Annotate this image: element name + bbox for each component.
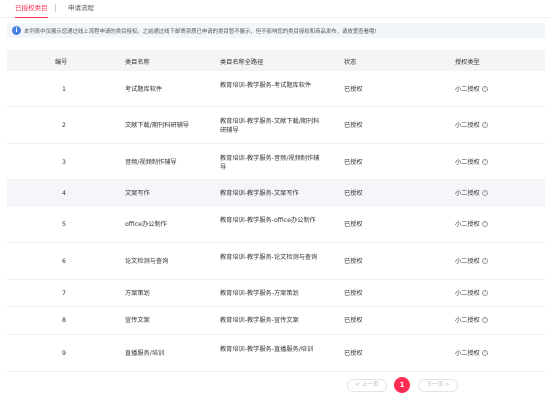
auth-type-label: 小二授权	[455, 190, 480, 197]
auth-type-label: 小二授权	[455, 86, 480, 93]
table-row: 2 文献下载/期刊科研辅导 教育培训-教学服务-文献下载/期刊科研辅导 已授权 …	[7, 107, 545, 144]
cell-type: 小二授权?	[455, 85, 488, 94]
auth-type-label: 小二授权	[455, 122, 480, 129]
cell-status: 已授权	[344, 350, 363, 357]
table-row: 7 方案策划 教育培训-教学服务-方案策划 已授权 小二授权?	[7, 280, 545, 307]
info-icon: i	[12, 26, 21, 35]
cell-type: 小二授权?	[455, 289, 488, 298]
help-icon[interactable]: ?	[481, 190, 488, 196]
cell-no: 2	[62, 122, 66, 129]
help-icon[interactable]: ?	[481, 221, 488, 227]
cell-name: office办公制作	[125, 221, 167, 228]
auth-type-label: 小二授权	[455, 159, 480, 166]
pagination: < 上一页 1 下一页 >	[0, 377, 550, 393]
cell-path: 教育培训-教学服务-论文检测与查询	[220, 254, 318, 261]
cell-name: 文案写作	[125, 190, 150, 197]
tab-apply-process[interactable]: 申请流程	[68, 4, 94, 13]
help-icon[interactable]: ?	[481, 317, 488, 323]
cell-status: 已授权	[344, 258, 363, 265]
help-icon[interactable]: ?	[481, 159, 488, 165]
header-name: 类目名称	[125, 59, 150, 66]
cell-type: 小二授权?	[455, 316, 488, 325]
help-icon[interactable]: ?	[481, 258, 488, 264]
cell-type: 小二授权?	[455, 220, 488, 229]
cell-name: 考试题库软件	[125, 86, 163, 93]
cell-path: 教育培训-教学服务-直播服务/培训	[220, 346, 314, 353]
cell-no: 3	[62, 159, 66, 166]
cell-status: 已授权	[344, 86, 363, 93]
cell-name: 直播服务/培训	[125, 350, 165, 357]
cell-type: 小二授权?	[455, 349, 488, 358]
cell-path: 教育培训-教学服务-考试题库软件	[220, 82, 312, 89]
table-row: 8 宣传文案 教育培训-教学服务-宣传文案 已授权 小二授权?	[7, 307, 545, 335]
header-type: 授权类型	[455, 59, 480, 66]
header-path: 类目名称全路径	[220, 59, 264, 66]
table-row: 6 论文检测与查询 教育培训-教学服务-论文检测与查询 已授权 小二授权?	[7, 243, 545, 280]
cell-no: 8	[62, 317, 66, 324]
cell-type: 小二授权?	[455, 257, 488, 266]
table-row: 1 考试题库软件 教育培训-教学服务-考试题库软件 已授权 小二授权?	[7, 71, 545, 107]
current-page-button[interactable]: 1	[394, 377, 410, 393]
auth-type-label: 小二授权	[455, 290, 480, 297]
cell-path: 教育培训-教学服务-宣传文案	[220, 317, 299, 324]
cell-path: 教育培训-教学服务-office办公制作	[220, 217, 316, 224]
cell-no: 6	[62, 258, 66, 265]
cell-name: 方案策划	[125, 290, 150, 297]
auth-type-label: 小二授权	[455, 317, 480, 324]
help-icon[interactable]: ?	[481, 86, 488, 92]
tab-bar: 已授权类目 申请流程	[0, 0, 550, 18]
table-row: 9 直播服务/培训 教育培训-教学服务-直播服务/培训 已授权 小二授权?	[7, 335, 545, 372]
cell-no: 9	[62, 350, 66, 357]
cell-status: 已授权	[344, 221, 363, 228]
header-no: 编号	[55, 59, 68, 66]
cell-path: 教育培训-教学服务-文献下载/期刊科研辅导	[220, 118, 320, 134]
auth-type-label: 小二授权	[455, 258, 480, 265]
prev-page-button[interactable]: < 上一页	[347, 379, 387, 392]
table-row: 3 音频/视频制作辅导 教育培训-教学服务-音频/视频制作辅导 已授权 小二授权…	[7, 144, 545, 180]
table-header: 编号 类目名称 类目名称全路径 状态 授权类型	[7, 50, 545, 71]
auth-type-label: 小二授权	[455, 221, 480, 228]
table-row: 4 文案写作 教育培训-教学服务-文案写作 已授权 小二授权?	[7, 180, 545, 206]
cell-type: 小二授权?	[455, 121, 488, 130]
cell-name: 音频/视频制作辅导	[125, 159, 177, 166]
cell-status: 已授权	[344, 290, 363, 297]
cell-no: 7	[62, 290, 66, 297]
auth-type-label: 小二授权	[455, 350, 480, 357]
next-page-button[interactable]: 下一页 >	[418, 379, 458, 392]
cell-no: 4	[62, 190, 66, 197]
cell-path: 教育培训-教学服务-文案写作	[220, 190, 299, 197]
notice-banner: i 本列表中仅展示您通过线上流程申请的类目授权。之前通过线下邮寄资质已申请的类目…	[7, 23, 545, 38]
cell-status: 已授权	[344, 122, 363, 129]
cell-path: 教育培训-教学服务-方案策划	[220, 290, 299, 297]
tab-authorized-categories[interactable]: 已授权类目	[15, 4, 48, 18]
tab-divider	[55, 4, 56, 12]
cell-status: 已授权	[344, 159, 363, 166]
header-status: 状态	[344, 59, 357, 66]
cell-type: 小二授权?	[455, 189, 488, 198]
cell-path: 教育培训-教学服务-音频/视频制作辅导	[220, 155, 320, 171]
cell-type: 小二授权?	[455, 158, 488, 167]
cell-name: 宣传文案	[125, 317, 150, 324]
help-icon[interactable]: ?	[481, 122, 488, 128]
notice-text: 本列表中仅展示您通过线上流程申请的类目授权。之前通过线下邮寄资质已申请的类目暂不…	[24, 29, 377, 35]
table-row: 5 office办公制作 教育培训-教学服务-office办公制作 已授权 小二…	[7, 206, 545, 243]
cell-status: 已授权	[344, 317, 363, 324]
cell-no: 1	[62, 86, 66, 93]
cell-no: 5	[62, 221, 66, 228]
help-icon[interactable]: ?	[481, 350, 488, 356]
cell-name: 文献下载/期刊科研辅导	[125, 122, 189, 129]
help-icon[interactable]: ?	[481, 290, 488, 296]
cell-status: 已授权	[344, 190, 363, 197]
cell-name: 论文检测与查询	[125, 258, 169, 265]
